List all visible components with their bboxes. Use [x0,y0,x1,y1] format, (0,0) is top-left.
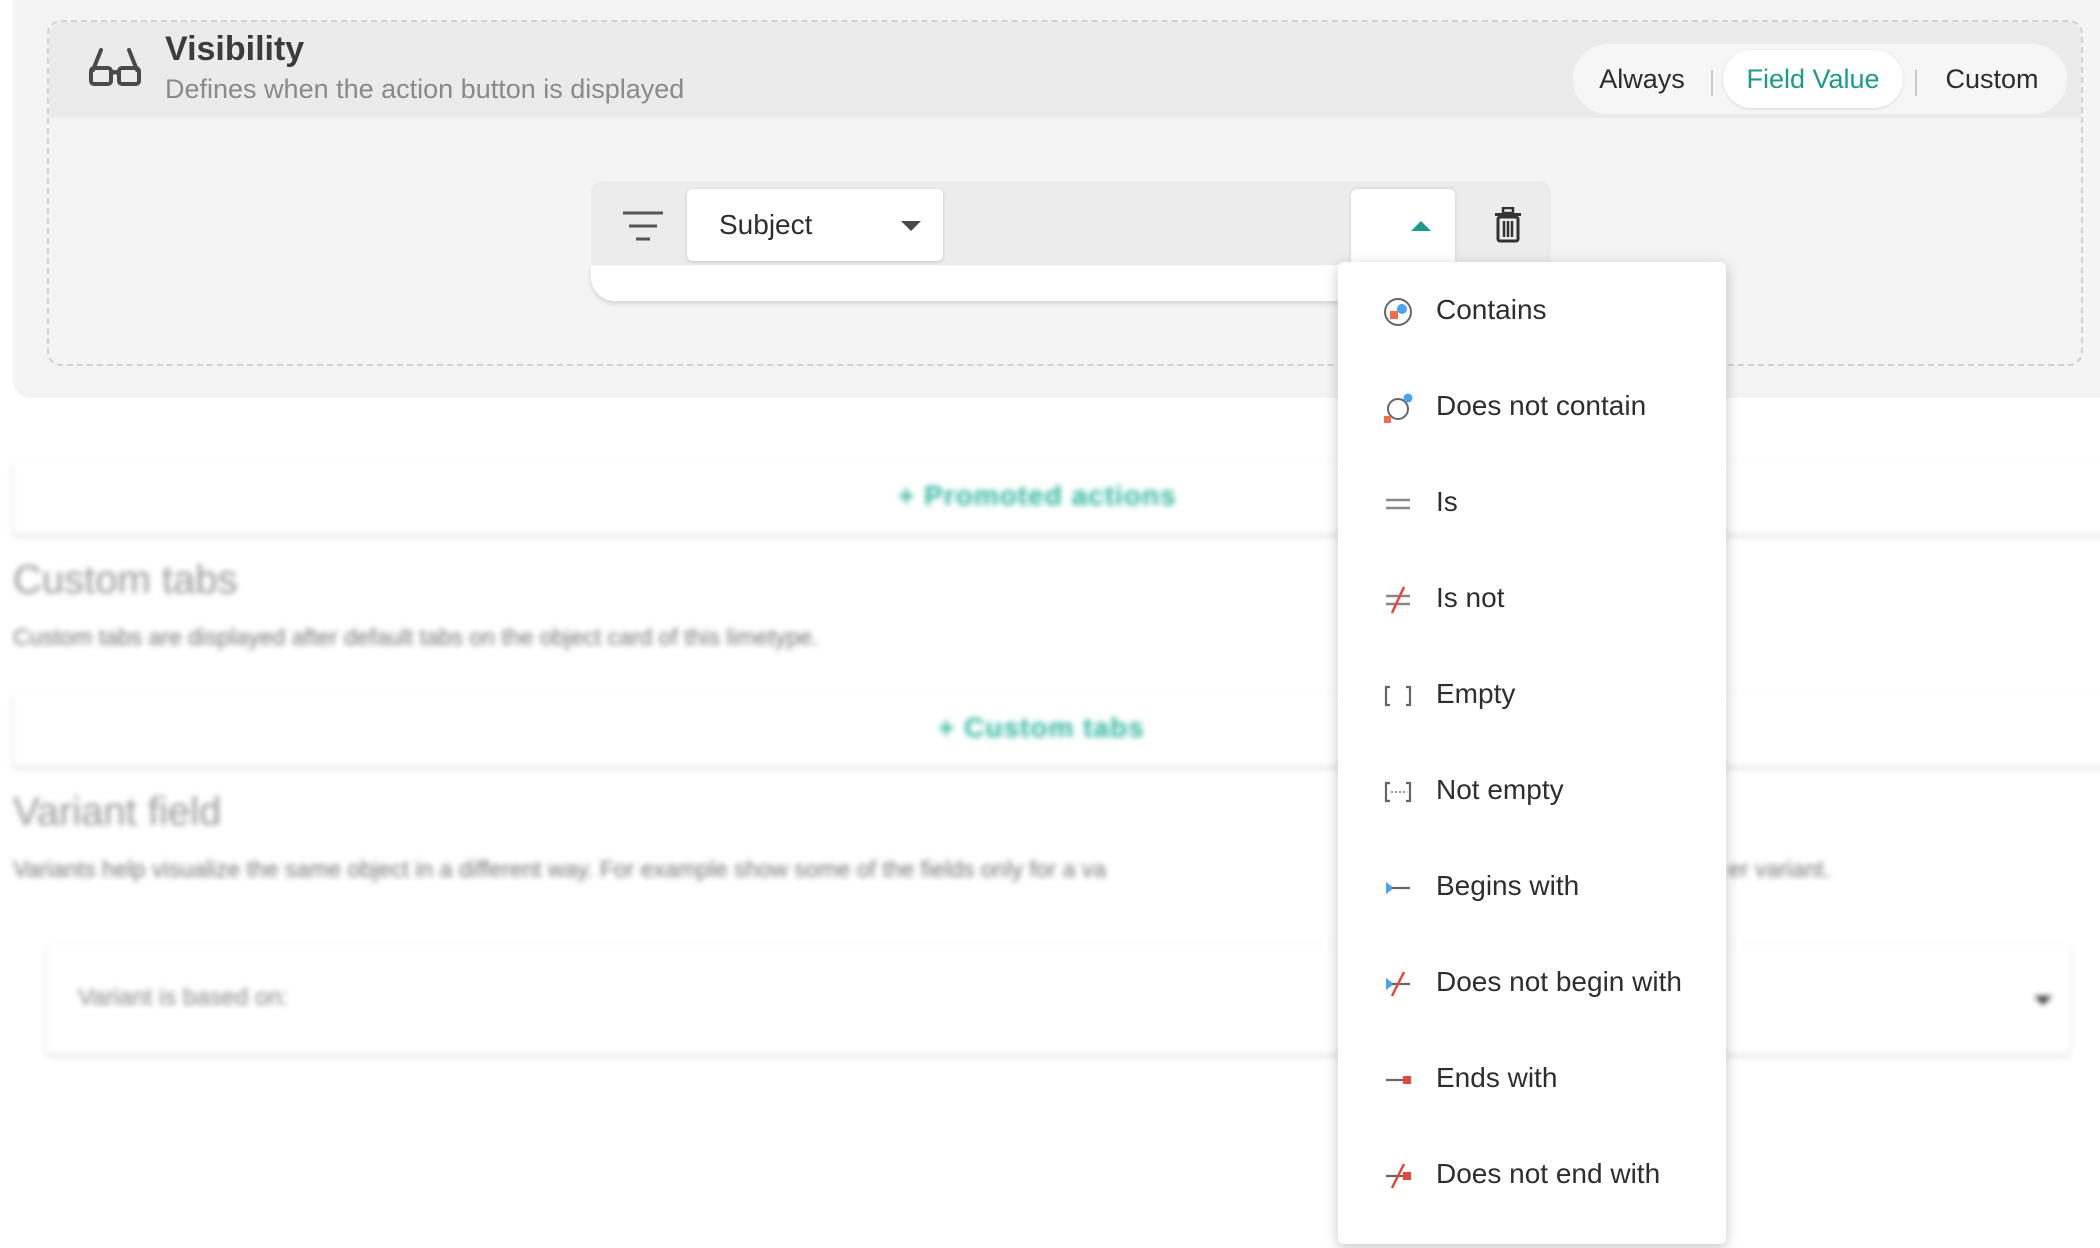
menu-item-begins-with[interactable]: Begins with [1338,838,1726,934]
menu-item-label: Contains [1436,294,1547,325]
promoted-actions-button[interactable]: + Promoted actions [13,462,2100,534]
not-equals-icon [1386,586,1410,614]
visibility-subtitle: Defines when the action button is displa… [165,74,685,104]
menu-item-label: Empty [1436,678,1516,709]
custom-tabs-title: Custom tabs [13,558,238,602]
empty-brackets-icon [1384,685,1412,707]
operator-select[interactable] [1351,189,1455,265]
visibility-mode-switch: Always Field Value Custom [1573,44,2067,114]
ends-with-icon [1386,1076,1411,1084]
glasses-icon [89,48,141,86]
trash-icon[interactable] [1493,207,1523,243]
menu-item-not-empty[interactable]: Not empty [1338,742,1726,838]
mode-custom-button[interactable]: Custom [1929,50,2055,108]
contains-icon [1384,298,1412,326]
variant-field-description: Variants help visualize the same object … [13,856,1107,882]
menu-item-contains[interactable]: Contains [1338,262,1726,358]
visibility-title: Visibility [165,30,305,68]
field-select[interactable]: Subject [687,189,943,261]
menu-item-label: Is [1436,486,1458,517]
promoted-actions-label: + Promoted actions [898,480,1177,511]
menu-item-label: Is not [1436,582,1505,613]
menu-item-does-not-end-with[interactable]: Does not end with [1338,1126,1726,1222]
custom-tabs-description: Custom tabs are displayed after default … [13,624,819,650]
menu-item-label: Ends with [1436,1062,1558,1093]
visibility-header: Visibility Defines when the action butto… [49,22,2081,118]
menu-item-label: Begins with [1436,870,1580,901]
does-not-contain-icon [1384,393,1413,423]
mode-separator [1915,70,1917,96]
chevron-down-icon [2034,996,2052,1005]
mode-always-button[interactable]: Always [1587,50,1697,108]
menu-item-ends-with[interactable]: Ends with [1338,1030,1726,1126]
mode-separator [1711,70,1713,96]
filter-bar: Subject [591,181,1551,265]
menu-item-label: Does not end with [1436,1158,1661,1189]
menu-item-does-not-begin-with[interactable]: Does not begin with [1338,934,1726,1030]
field-select-value: Subject [719,209,813,240]
does-not-begin-with-icon [1386,971,1410,997]
menu-item-is[interactable]: Is [1338,454,1726,550]
menu-item-label: Does not begin with [1436,966,1682,997]
variant-select-label: Variant is based on: [78,984,289,1011]
filter-lines-icon [623,211,663,241]
mode-field-value-button[interactable]: Field Value [1723,50,1903,108]
background-content: + Promoted actions Custom tabs Custom ta… [0,398,2100,1248]
menu-item-empty[interactable]: Empty [1338,646,1726,742]
not-empty-brackets-icon [1384,781,1412,803]
menu-item-does-not-contain[interactable]: Does not contain [1338,358,1726,454]
begins-with-icon [1386,882,1410,894]
chevron-down-icon [901,221,921,231]
variant-field-description-tail: er variant. [1728,856,1831,882]
does-not-end-with-icon [1386,1163,1411,1189]
visibility-card: Visibility Defines when the action butto… [13,0,2100,398]
menu-item-label: Not empty [1436,774,1564,805]
custom-tabs-label: + Custom tabs [938,712,1145,743]
operator-menu: Contains Does not contain Is Is not Empt… [1338,262,1726,1244]
custom-tabs-button[interactable]: + Custom tabs [13,694,2100,766]
variant-select[interactable]: Variant is based on: [46,944,2070,1054]
variant-field-title: Variant field [13,790,222,834]
chevron-up-icon [1411,221,1431,231]
equals-icon [1386,498,1410,510]
menu-item-label: Does not contain [1436,390,1647,421]
menu-item-is-not[interactable]: Is not [1338,550,1726,646]
